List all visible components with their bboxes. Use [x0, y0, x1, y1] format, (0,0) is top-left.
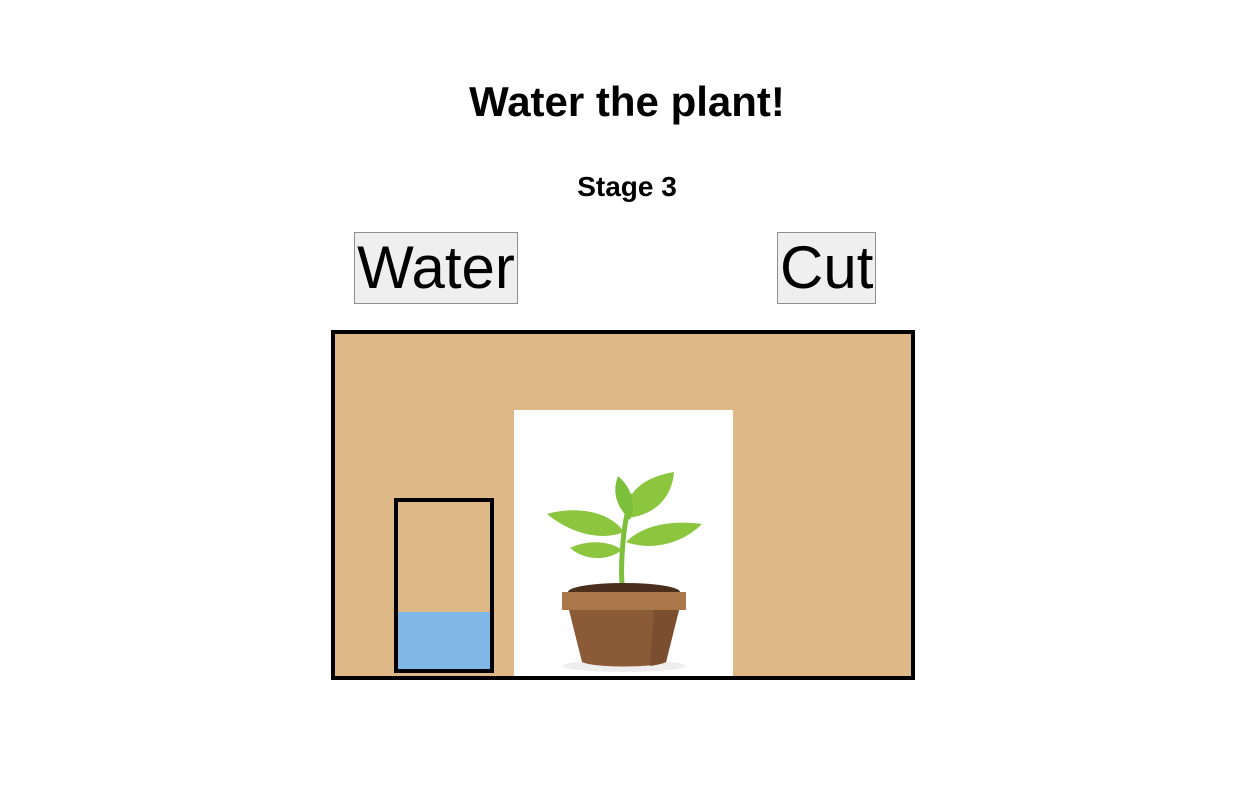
water-button[interactable]: Water	[354, 232, 518, 304]
page-title: Water the plant!	[469, 78, 785, 125]
glass-water-level	[398, 612, 490, 669]
stage-label: Stage 3	[577, 171, 677, 202]
water-glass	[394, 498, 494, 673]
game-page: Water the plant! Stage 3 Water Cut	[0, 0, 1254, 809]
cut-button[interactable]: Cut	[777, 232, 876, 304]
potted-seedling-icon	[547, 472, 702, 672]
plant-image[interactable]	[514, 410, 733, 676]
plant-scene	[331, 330, 915, 680]
